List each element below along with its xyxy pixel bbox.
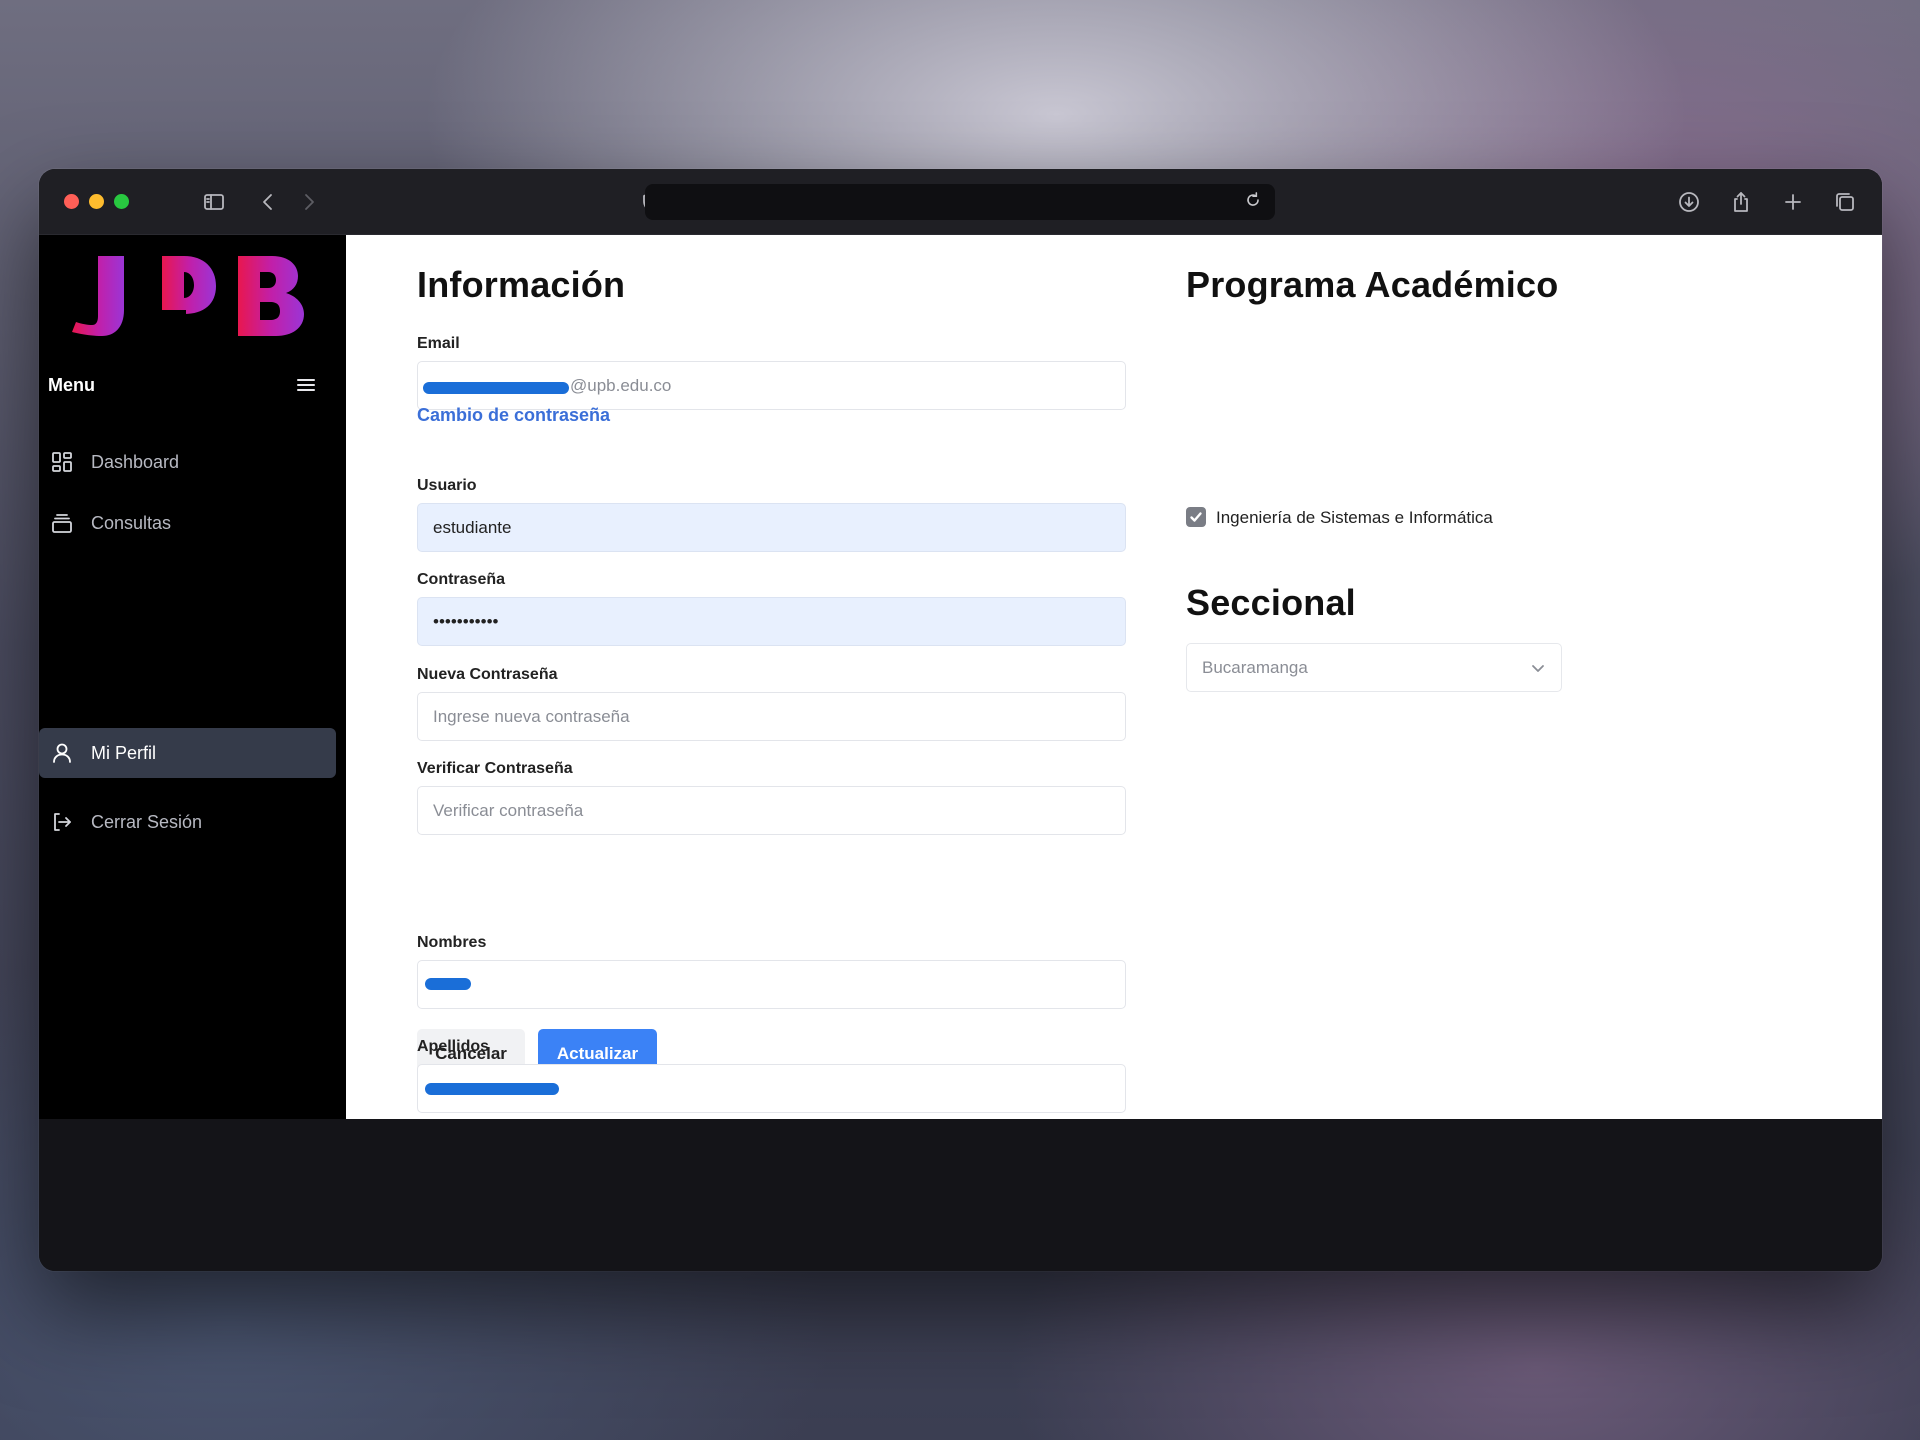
hamburger-menu-icon[interactable] bbox=[296, 375, 318, 395]
new-tab-plus-icon[interactable] bbox=[1779, 188, 1807, 216]
forward-arrow-icon[interactable] bbox=[295, 188, 323, 216]
info-section-title: Información bbox=[417, 264, 626, 305]
user-icon bbox=[48, 739, 76, 767]
browser-window: Menu Dashboard Consultas Mi Perfil Cerra… bbox=[39, 169, 1882, 1271]
seccional-section-title: Seccional bbox=[1186, 582, 1356, 623]
logout-icon bbox=[48, 808, 76, 836]
contrasena-label: Contraseña bbox=[417, 571, 506, 588]
sidebar-item-label: Cerrar Sesión bbox=[91, 811, 203, 832]
download-icon[interactable] bbox=[1675, 188, 1703, 216]
share-icon[interactable] bbox=[1727, 188, 1755, 216]
address-bar[interactable] bbox=[645, 184, 1275, 220]
verificar-contrasena-label: Verificar Contraseña bbox=[417, 760, 573, 777]
profile-main: Información Email @upb.edu.co Cambio de … bbox=[346, 235, 1882, 1119]
nombres-field[interactable] bbox=[417, 960, 1126, 1009]
dashboard-grid-icon bbox=[48, 448, 76, 476]
back-arrow-icon[interactable] bbox=[254, 188, 282, 216]
programa-checkbox[interactable] bbox=[1186, 507, 1206, 527]
minimize-window-button[interactable] bbox=[89, 194, 104, 209]
password-change-heading: Cambio de contraseña bbox=[417, 405, 611, 425]
seccional-selected-value: Bucaramanga bbox=[1202, 657, 1308, 677]
browser-titlebar bbox=[39, 169, 1882, 235]
sidebar-item-label: Dashboard bbox=[91, 451, 180, 472]
apellidos-label: Apellidos bbox=[417, 1038, 490, 1055]
checkmark-icon bbox=[1190, 512, 1202, 522]
email-redaction bbox=[423, 382, 569, 394]
usuario-input[interactable] bbox=[417, 503, 1126, 552]
zoom-window-button[interactable] bbox=[114, 194, 129, 209]
tab-overview-icon[interactable] bbox=[1831, 188, 1859, 216]
stack-icon bbox=[48, 509, 76, 537]
chevron-down-icon bbox=[1529, 659, 1547, 677]
sidebar-item-mi-perfil[interactable]: Mi Perfil bbox=[39, 728, 336, 778]
reload-icon[interactable] bbox=[1243, 190, 1267, 214]
contrasena-input[interactable] bbox=[417, 597, 1126, 646]
programa-section-title: Programa Académico bbox=[1186, 264, 1559, 305]
menu-header: Menu bbox=[48, 371, 318, 401]
verificar-contrasena-input[interactable] bbox=[417, 786, 1126, 835]
usuario-label: Usuario bbox=[417, 477, 477, 494]
nueva-contrasena-input[interactable] bbox=[417, 692, 1126, 741]
sidebar-item-cerrar-sesion[interactable]: Cerrar Sesión bbox=[39, 797, 336, 847]
sidebar-item-label: Mi Perfil bbox=[91, 742, 157, 763]
seccional-select[interactable]: Bucaramanga bbox=[1186, 643, 1562, 692]
upb-logo bbox=[72, 256, 304, 336]
sidebar-toggle-icon[interactable] bbox=[200, 188, 228, 216]
nombres-redaction bbox=[425, 978, 471, 990]
menu-title: Menu bbox=[48, 375, 95, 395]
nueva-contrasena-label: Nueva Contraseña bbox=[417, 666, 558, 683]
page-viewport: Menu Dashboard Consultas Mi Perfil Cerra… bbox=[39, 235, 1882, 1119]
programa-option-label: Ingeniería de Sistemas e Informática bbox=[1216, 508, 1493, 527]
apellidos-redaction bbox=[425, 1083, 559, 1095]
email-value: @upb.edu.co bbox=[570, 375, 672, 395]
browser-empty-area bbox=[39, 1119, 1882, 1271]
close-window-button[interactable] bbox=[64, 194, 79, 209]
sidebar-item-consultas[interactable]: Consultas bbox=[39, 498, 336, 548]
nombres-label: Nombres bbox=[417, 934, 487, 951]
sidebar-item-dashboard[interactable]: Dashboard bbox=[39, 437, 336, 487]
email-label: Email bbox=[417, 335, 460, 352]
sidebar-item-label: Consultas bbox=[91, 512, 172, 533]
sidebar: Menu Dashboard Consultas Mi Perfil Cerra… bbox=[39, 235, 346, 1119]
